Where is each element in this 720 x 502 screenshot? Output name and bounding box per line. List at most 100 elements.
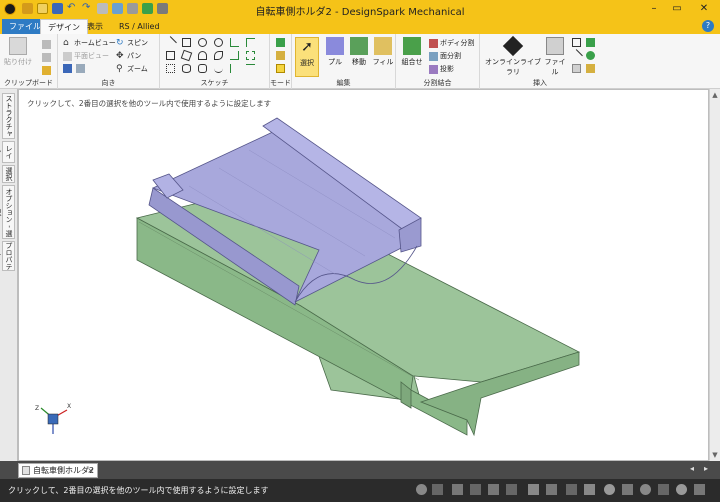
intersect-group: 組合せ ボディ分割 面分割 投影 分割結合 [396, 34, 480, 89]
side-tab-options-selection[interactable]: オプション - 選択 [0, 185, 15, 239]
tab-scroll-left-icon[interactable]: ◂ [690, 464, 694, 473]
pan-button[interactable]: ✥ パン [116, 51, 141, 61]
fill-button[interactable]: フィル [370, 37, 396, 67]
layout-icon[interactable] [432, 484, 443, 495]
extend-icon[interactable] [230, 51, 239, 60]
trim-icon[interactable] [230, 38, 239, 47]
tab-view[interactable]: 表示 [80, 19, 110, 34]
move-button[interactable]: 移動 [346, 37, 372, 67]
orient-group-label: 向き [101, 79, 116, 87]
slot-tool-icon[interactable] [198, 64, 207, 73]
sweep-arc-icon[interactable] [214, 51, 223, 60]
spline-tool-icon[interactable] [214, 64, 223, 73]
cylinder-icon[interactable] [586, 38, 595, 47]
tab-scroll-right-icon[interactable]: ▸ [704, 464, 708, 473]
minimize-button[interactable]: – [643, 2, 665, 16]
project-edge-icon[interactable] [230, 64, 239, 73]
arc-tool-icon[interactable] [198, 51, 207, 60]
svg-text:Z: Z [35, 405, 39, 412]
axis-triad-icon[interactable]: Z X [35, 403, 71, 434]
insert-file-button[interactable]: ファイル [542, 37, 568, 77]
line-tool-icon[interactable] [164, 36, 177, 49]
side-tab-selection[interactable]: 選択 [2, 165, 15, 183]
maximize-button[interactable]: ▭ [666, 2, 688, 16]
circle-tool-icon[interactable] [198, 38, 207, 47]
box-icon[interactable] [586, 64, 595, 73]
split-face-label: 面分割 [440, 52, 461, 60]
document-tab[interactable]: 自転車側ホルダ2 × [18, 463, 98, 478]
polygon-tool-icon[interactable] [166, 64, 175, 73]
document-icon [22, 466, 30, 475]
online-library-button[interactable]: オンラインライブラリ [484, 35, 542, 77]
scroll-up-icon[interactable]: ▲ [711, 91, 719, 99]
3d-mode-icon[interactable] [276, 64, 285, 73]
split-body-button[interactable]: ボディ分割 [429, 38, 475, 48]
insert-file-label: ファイル [544, 58, 566, 76]
box-select-icon[interactable] [506, 484, 517, 495]
view-cube-button[interactable] [63, 64, 87, 73]
close-button[interactable]: ✕ [693, 2, 715, 16]
project-button[interactable]: 投影 [429, 64, 454, 74]
settings-status-icon[interactable] [694, 484, 705, 495]
model-viewport[interactable]: Z X [19, 90, 710, 462]
pull-button[interactable]: プル [322, 37, 348, 67]
vertical-scrollbar[interactable]: ▲ ▼ [709, 89, 720, 461]
mode-group-label: モード [270, 79, 291, 87]
view-cube-status-icon[interactable] [658, 484, 669, 495]
design-canvas[interactable]: クリックして、2番目の選択を他のツール内で使用するように設定します Z X [18, 89, 709, 461]
cursor-icon[interactable] [528, 484, 539, 495]
origin-icon[interactable] [572, 64, 581, 73]
pointer-status-icon[interactable] [566, 484, 577, 495]
select-tool-icon[interactable] [452, 484, 463, 495]
scroll-down-icon[interactable]: ▼ [711, 451, 719, 459]
combine-button[interactable]: 組合せ [399, 37, 425, 67]
home-view-label: ホームビュー [74, 39, 116, 47]
home-view-button[interactable]: ⌂ ホームビュー [63, 38, 116, 48]
display-mode-icon[interactable] [604, 484, 615, 495]
paste-icon [9, 37, 27, 55]
cut-icon[interactable] [42, 40, 51, 49]
plan-view-icon [63, 51, 72, 61]
select-button[interactable]: ➚ 選択 [295, 37, 319, 77]
tab-rs-allied[interactable]: RS / Allied [112, 19, 167, 34]
rectangle-tool-icon[interactable] [166, 51, 175, 60]
offset-icon[interactable] [246, 51, 255, 60]
render-icon[interactable] [622, 484, 633, 495]
zoom-button[interactable]: ⚲ ズーム [116, 64, 148, 74]
document-close-icon[interactable]: × [87, 464, 94, 477]
paste-button[interactable]: 貼り付け [4, 37, 32, 67]
record-icon[interactable] [416, 484, 427, 495]
sketch-mode-icon[interactable] [276, 38, 285, 47]
side-tab-structure[interactable]: ストラクチャー [0, 93, 15, 139]
combine-icon [403, 37, 421, 55]
side-panel-tabs: ストラクチャー レイヤ 選択 オプション - 選択 プロパティ [0, 89, 18, 461]
globe-icon[interactable] [676, 484, 687, 495]
three-point-circle-icon[interactable] [214, 38, 223, 47]
sphere-icon[interactable] [586, 51, 595, 60]
section-mode-icon[interactable] [276, 51, 285, 60]
plane-icon[interactable] [572, 38, 581, 47]
corner-icon[interactable] [246, 38, 255, 47]
intersect-group-label: 分割結合 [423, 79, 452, 87]
select-mode-icon[interactable] [470, 484, 481, 495]
undo-status-icon[interactable] [546, 484, 557, 495]
copy-icon[interactable] [42, 53, 51, 62]
spin-button[interactable]: ↻ スピン [116, 38, 148, 48]
format-brush-icon[interactable] [42, 66, 51, 75]
edit-group: ➚ 選択 プル 移動 フィル 編集 [292, 34, 396, 89]
plan-view-button[interactable]: 平面ビュー [63, 51, 109, 61]
bend-icon[interactable] [246, 64, 255, 73]
axis-icon[interactable] [570, 49, 583, 62]
side-tab-layers[interactable]: レイヤ [0, 141, 15, 163]
filter-icon[interactable] [488, 484, 499, 495]
online-library-label: オンラインライブラリ [485, 58, 541, 76]
help-icon[interactable]: ? [702, 20, 714, 32]
pointer-icon: ➚ [301, 39, 313, 55]
three-point-rectangle-icon[interactable] [180, 49, 193, 62]
side-tab-properties[interactable]: プロパティ [0, 241, 15, 271]
zoom-status-icon[interactable] [640, 484, 651, 495]
ellipse-tool-icon[interactable] [182, 64, 191, 73]
split-face-button[interactable]: 面分割 [429, 51, 461, 61]
rectangle-status-icon[interactable] [584, 484, 595, 495]
tangent-line-icon[interactable] [182, 38, 191, 47]
